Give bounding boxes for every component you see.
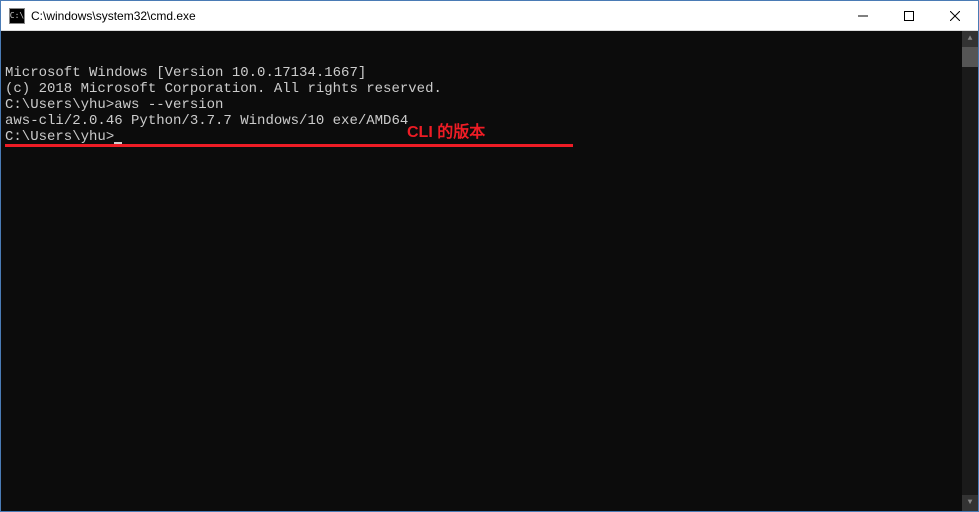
terminal-output-line: aws-cli/2.0.46 Python/3.7.7 Windows/10 e… (5, 113, 978, 129)
prompt-text: C:\Users\yhu> (5, 129, 114, 145)
annotation-label: CLI 的版本 (407, 125, 485, 141)
window-title: C:\windows\system32\cmd.exe (31, 9, 840, 23)
close-button[interactable] (932, 1, 978, 30)
scrollbar[interactable]: ▲ ▼ (962, 31, 978, 511)
minimize-button[interactable] (840, 1, 886, 30)
terminal-area[interactable]: Microsoft Windows [Version 10.0.17134.16… (1, 31, 978, 511)
window-controls (840, 1, 978, 30)
cmd-icon-text: C:\ (10, 12, 24, 20)
chevron-up-icon: ▲ (968, 31, 973, 47)
scrollbar-track[interactable] (962, 47, 978, 495)
scrollbar-thumb[interactable] (962, 47, 978, 67)
titlebar[interactable]: C:\ C:\windows\system32\cmd.exe (1, 1, 978, 31)
terminal-prompt-line: C:\Users\yhu> (5, 129, 978, 145)
chevron-down-icon: ▼ (968, 495, 973, 511)
minimize-icon (858, 11, 868, 21)
cmd-window: C:\ C:\windows\system32\cmd.exe Microsof… (0, 0, 979, 512)
maximize-icon (904, 11, 914, 21)
terminal-line: Microsoft Windows [Version 10.0.17134.16… (5, 65, 978, 81)
terminal-line: (c) 2018 Microsoft Corporation. All righ… (5, 81, 978, 97)
cmd-icon: C:\ (9, 8, 25, 24)
annotation-underline (5, 144, 573, 147)
scroll-down-button[interactable]: ▼ (962, 495, 978, 511)
terminal-prompt-line: C:\Users\yhu>aws --version (5, 97, 978, 113)
maximize-button[interactable] (886, 1, 932, 30)
terminal-content: Microsoft Windows [Version 10.0.17134.16… (5, 65, 978, 209)
close-icon (950, 11, 960, 21)
scroll-up-button[interactable]: ▲ (962, 31, 978, 47)
